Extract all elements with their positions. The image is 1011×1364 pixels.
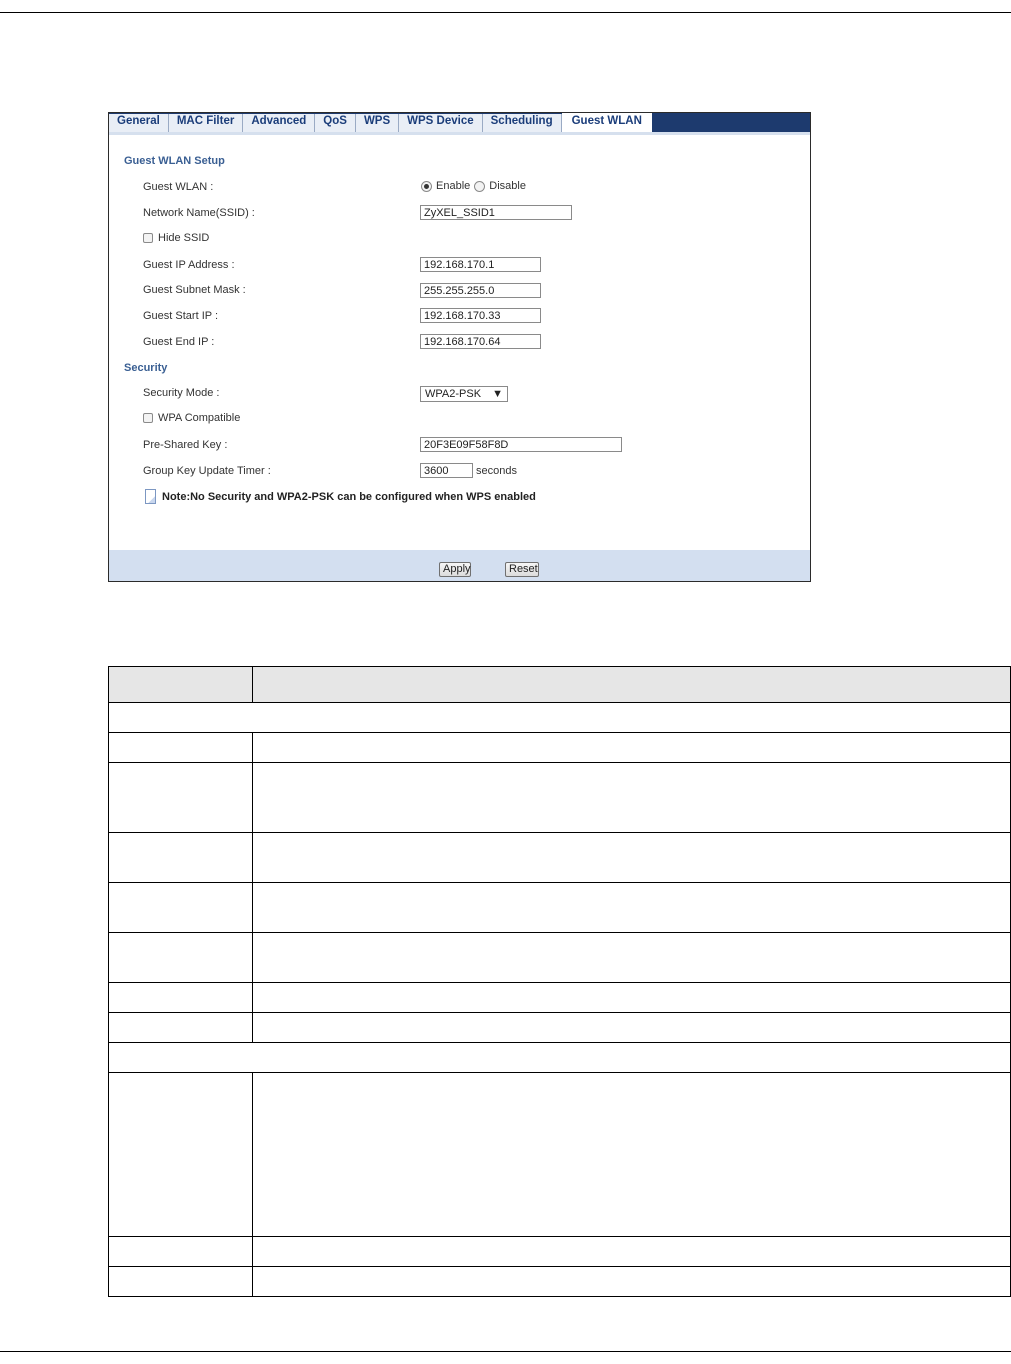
table-cell [252, 932, 1011, 983]
guest-mask-label: Guest Subnet Mask : [143, 284, 246, 296]
tab-qos[interactable]: QoS [315, 114, 356, 132]
table-row [108, 1236, 1011, 1267]
page-top-rule [0, 12, 1011, 13]
guest-start-ip-label: Guest Start IP : [143, 310, 218, 322]
tab-mac-filter[interactable]: MAC Filter [168, 114, 244, 132]
timer-input[interactable] [420, 463, 473, 478]
psk-label: Pre-Shared Key : [143, 439, 228, 451]
table-cell [252, 732, 1011, 763]
apply-button[interactable]: Apply [439, 562, 471, 577]
tab-guest-wlan[interactable]: Guest WLAN [561, 113, 652, 132]
wpa-compatible-box[interactable] [143, 413, 153, 423]
table-cell [252, 832, 1011, 883]
enable-label: Enable [436, 180, 471, 192]
field-description-table [108, 666, 1011, 1297]
button-footer: Apply Reset [109, 550, 810, 581]
guest-mask-input[interactable] [420, 283, 541, 298]
wps-note: Note:No Security and WPA2-PSK can be con… [145, 489, 536, 504]
security-title: Security [124, 362, 168, 374]
tab-bar: General MAC Filter Advanced QoS WPS WPS … [109, 113, 810, 132]
dropdown-arrow-icon: ▼ [492, 388, 503, 400]
table-cell [108, 1042, 1011, 1073]
table-cell [108, 882, 253, 933]
table-section-row [108, 702, 1011, 733]
timer-unit: seconds [476, 465, 517, 477]
table-row [108, 832, 1011, 883]
table-cell [108, 1072, 253, 1237]
tab-general[interactable]: General [109, 114, 169, 132]
security-mode-select[interactable]: WPA2-PSK ▼ [420, 386, 508, 402]
table-row [108, 1072, 1011, 1237]
table-row [108, 1012, 1011, 1043]
guest-end-ip-label: Guest End IP : [143, 336, 215, 348]
table-cell [252, 882, 1011, 933]
table-row [108, 982, 1011, 1013]
table-cell [108, 932, 253, 983]
guest-end-ip-input[interactable] [420, 334, 541, 349]
table-cell [108, 762, 253, 833]
wpa-compatible-label: WPA Compatible [158, 412, 241, 424]
table-cell [108, 702, 1011, 733]
table-cell [108, 982, 253, 1013]
table-cell [108, 666, 253, 703]
ssid-label: Network Name(SSID) : [143, 207, 255, 219]
table-cell [252, 666, 1011, 703]
table-cell [252, 1012, 1011, 1043]
table-cell [108, 1236, 253, 1267]
tab-advanced[interactable]: Advanced [243, 114, 316, 132]
security-mode-label: Security Mode : [143, 387, 220, 399]
guest-wlan-label: Guest WLAN : [143, 181, 214, 193]
table-cell [252, 982, 1011, 1013]
table-header-row [108, 666, 1011, 703]
guest-wlan-radio-group: Enable Disable [421, 180, 526, 192]
timer-label: Group Key Update Timer : [143, 465, 271, 477]
guest-wlan-setup-title: Guest WLAN Setup [124, 155, 225, 167]
note-document-icon [145, 489, 156, 504]
table-cell [108, 732, 253, 763]
hide-ssid-checkbox[interactable]: Hide SSID [143, 232, 209, 244]
disable-radio[interactable] [474, 180, 486, 192]
note-text: Note:No Security and WPA2-PSK can be con… [162, 490, 536, 503]
table-cell [252, 762, 1011, 833]
table-cell [108, 832, 253, 883]
hide-ssid-label: Hide SSID [158, 232, 210, 244]
hide-ssid-box[interactable] [143, 233, 153, 243]
table-row [108, 882, 1011, 933]
security-mode-value: WPA2-PSK [425, 388, 482, 400]
tab-scheduling[interactable]: Scheduling [482, 114, 562, 132]
reset-button[interactable]: Reset [505, 562, 539, 577]
psk-input[interactable] [420, 437, 622, 452]
disable-label: Disable [489, 180, 526, 192]
table-row [108, 932, 1011, 983]
wpa-compatible-checkbox[interactable]: WPA Compatible [143, 412, 240, 424]
table-section-row [108, 1042, 1011, 1073]
page-bottom-rule [0, 1351, 1011, 1352]
table-row [108, 762, 1011, 833]
tab-underline [109, 132, 810, 135]
table-cell [252, 1236, 1011, 1267]
table-row [108, 732, 1011, 763]
guest-ip-input[interactable] [420, 257, 541, 272]
ssid-input[interactable] [420, 205, 572, 220]
table-cell [252, 1072, 1011, 1237]
table-cell [108, 1266, 253, 1297]
table-row [108, 1266, 1011, 1297]
guest-ip-label: Guest IP Address : [143, 259, 235, 271]
guest-start-ip-input[interactable] [420, 308, 541, 323]
table-cell [108, 1012, 253, 1043]
tab-wps-device[interactable]: WPS Device [399, 114, 483, 132]
enable-radio[interactable] [421, 180, 432, 192]
guest-wlan-panel: General MAC Filter Advanced QoS WPS WPS … [108, 112, 811, 582]
tab-wps[interactable]: WPS [355, 114, 400, 132]
table-cell [252, 1266, 1011, 1297]
